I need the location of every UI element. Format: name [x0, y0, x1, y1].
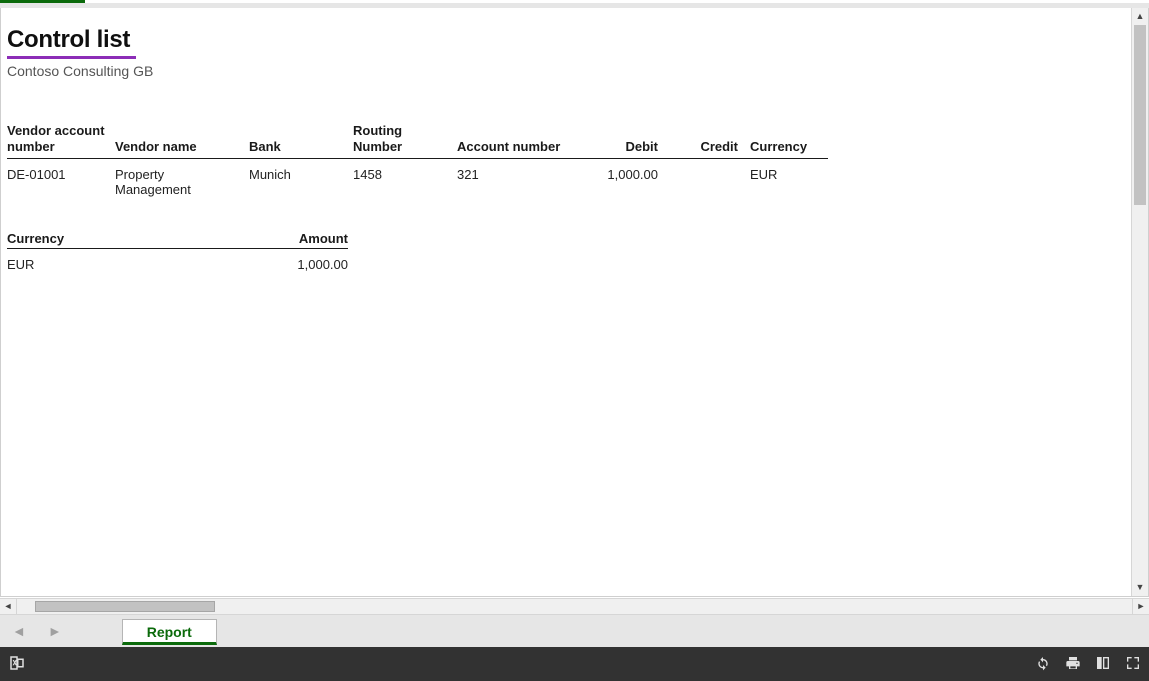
col-credit: Credit	[664, 123, 744, 158]
cell-sum-currency: EUR	[7, 248, 250, 272]
summary-row: EUR 1,000.00	[7, 248, 348, 272]
fullscreen-icon[interactable]	[1125, 655, 1141, 674]
scroll-left-button[interactable]: ◄	[0, 599, 17, 614]
main-table-area: Vendor account number Vendor name Bank R…	[7, 123, 1126, 272]
cell-currency: EUR	[744, 158, 828, 197]
horizontal-scrollbar[interactable]: ◄ ►	[0, 598, 1149, 615]
scroll-right-button[interactable]: ►	[1132, 599, 1149, 614]
page-title: Control list	[7, 26, 1126, 54]
excel-icon[interactable]	[8, 654, 26, 675]
cell-account-no: 321	[457, 158, 592, 197]
cell-credit	[664, 158, 744, 197]
col-account-no: Account number	[457, 123, 592, 158]
scroll-up-button[interactable]: ▲	[1132, 8, 1148, 25]
col-routing: Routing Number	[353, 123, 457, 158]
table-header-row: Vendor account number Vendor name Bank R…	[7, 123, 828, 158]
col-bank: Bank	[249, 123, 353, 158]
page-layout-icon[interactable]	[1095, 655, 1111, 674]
table-row: DE-01001 Property Management Munich 1458…	[7, 158, 828, 197]
hscroll-thumb[interactable]	[35, 601, 215, 612]
sheet-tab-report[interactable]: Report	[122, 619, 217, 645]
next-sheet-button[interactable]: ►	[42, 623, 68, 639]
refresh-icon[interactable]	[1035, 655, 1051, 674]
col-sum-currency: Currency	[7, 231, 250, 249]
chevron-right-icon: ►	[1137, 602, 1146, 611]
report-viewport: Control list Contoso Consulting GB Vendo	[0, 8, 1149, 597]
col-debit: Debit	[592, 123, 664, 158]
hscroll-track[interactable]	[16, 599, 1132, 614]
summary-table: Currency Amount EUR 1,000.00	[7, 231, 348, 272]
cell-routing: 1458	[353, 158, 457, 197]
col-vendor-account: Vendor account number	[7, 123, 115, 158]
chevron-left-icon: ◄	[4, 602, 13, 611]
prev-sheet-button[interactable]: ◄	[6, 623, 32, 639]
chevron-down-icon: ▼	[1136, 583, 1145, 592]
col-vendor-name: Vendor name	[115, 123, 249, 158]
cell-vendor-name: Property Management	[115, 158, 249, 197]
vscroll-track[interactable]	[1132, 25, 1148, 579]
cell-sum-amount: 1,000.00	[250, 248, 348, 272]
col-sum-amount: Amount	[250, 231, 348, 249]
vscroll-thumb[interactable]	[1134, 25, 1146, 205]
cell-vendor-account: DE-01001	[7, 158, 115, 197]
sheet-tabs-row: ◄ ► Report	[0, 615, 1149, 647]
title-underline	[7, 56, 136, 59]
chevron-up-icon: ▲	[1136, 12, 1145, 21]
vertical-scrollbar[interactable]: ▲ ▼	[1131, 8, 1148, 596]
scroll-down-button[interactable]: ▼	[1132, 579, 1148, 596]
report-content: Control list Contoso Consulting GB Vendo	[1, 8, 1126, 578]
print-icon[interactable]	[1065, 655, 1081, 674]
payments-table: Vendor account number Vendor name Bank R…	[7, 123, 828, 197]
company-subtitle: Contoso Consulting GB	[7, 63, 1126, 79]
summary-header-row: Currency Amount	[7, 231, 348, 249]
col-currency: Currency	[744, 123, 828, 158]
cell-debit: 1,000.00	[592, 158, 664, 197]
status-bar	[0, 647, 1149, 681]
cell-bank: Munich	[249, 158, 353, 197]
